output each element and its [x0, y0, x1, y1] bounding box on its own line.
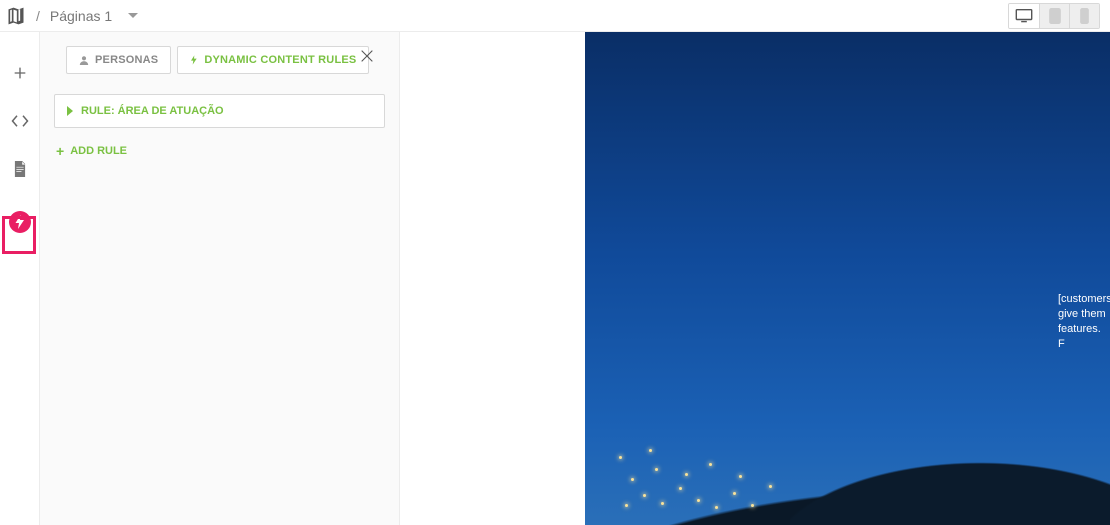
- experiments-panel: PERSONAS DYNAMIC CONTENT RULES RULE: ÁRE…: [40, 32, 400, 525]
- add-rule-label: ADD RULE: [70, 145, 127, 157]
- hero-copy: [customers give them features. F: [1058, 292, 1106, 351]
- device-phone[interactable]: [1069, 4, 1099, 28]
- lightning-icon: [190, 54, 198, 66]
- device-tablet[interactable]: [1039, 4, 1069, 28]
- top-bar: / Páginas 1: [0, 0, 1110, 32]
- tab-dynamic-content-rules[interactable]: DYNAMIC CONTENT RULES: [177, 46, 369, 74]
- chevron-down-icon[interactable]: [128, 13, 138, 18]
- rule-area-de-atuacao[interactable]: RULE: ÁREA DE ATUAÇÃO: [54, 94, 385, 128]
- persona-icon: [79, 55, 89, 65]
- breadcrumb-separator: /: [36, 8, 40, 24]
- page-title[interactable]: Páginas 1: [50, 8, 112, 24]
- lightning-icon: [14, 215, 26, 229]
- tab-dcr-label: DYNAMIC CONTENT RULES: [204, 54, 356, 66]
- map-icon: [6, 6, 26, 26]
- rail-code-button[interactable]: [9, 110, 31, 132]
- hero-image: [customers give them features. F: [585, 32, 1110, 525]
- rule-label: RULE: ÁREA DE ATUAÇÃO: [81, 105, 224, 117]
- close-panel-button[interactable]: [355, 44, 379, 68]
- tab-personas-label: PERSONAS: [95, 54, 158, 66]
- add-rule-button[interactable]: + ADD RULE: [56, 144, 385, 158]
- rail-plus-button[interactable]: [9, 62, 31, 84]
- hero-copy-line: features. F: [1058, 322, 1106, 352]
- rail-experiments-button[interactable]: [4, 206, 36, 238]
- device-switcher: [1008, 3, 1100, 29]
- panel-tab-strip: PERSONAS DYNAMIC CONTENT RULES: [66, 46, 373, 74]
- breadcrumb: / Páginas 1: [6, 6, 138, 26]
- device-desktop[interactable]: [1009, 4, 1039, 28]
- hero-copy-line: [customers: [1058, 292, 1106, 307]
- chevron-right-icon: [67, 106, 73, 116]
- tab-personas[interactable]: PERSONAS: [66, 46, 171, 74]
- close-icon: [359, 48, 375, 64]
- left-rail: [0, 32, 40, 525]
- hero-copy-line: give them: [1058, 307, 1106, 322]
- rail-file-button[interactable]: [9, 158, 31, 180]
- plus-icon: +: [56, 144, 64, 158]
- page-preview: [customers give them features. F: [400, 32, 1110, 525]
